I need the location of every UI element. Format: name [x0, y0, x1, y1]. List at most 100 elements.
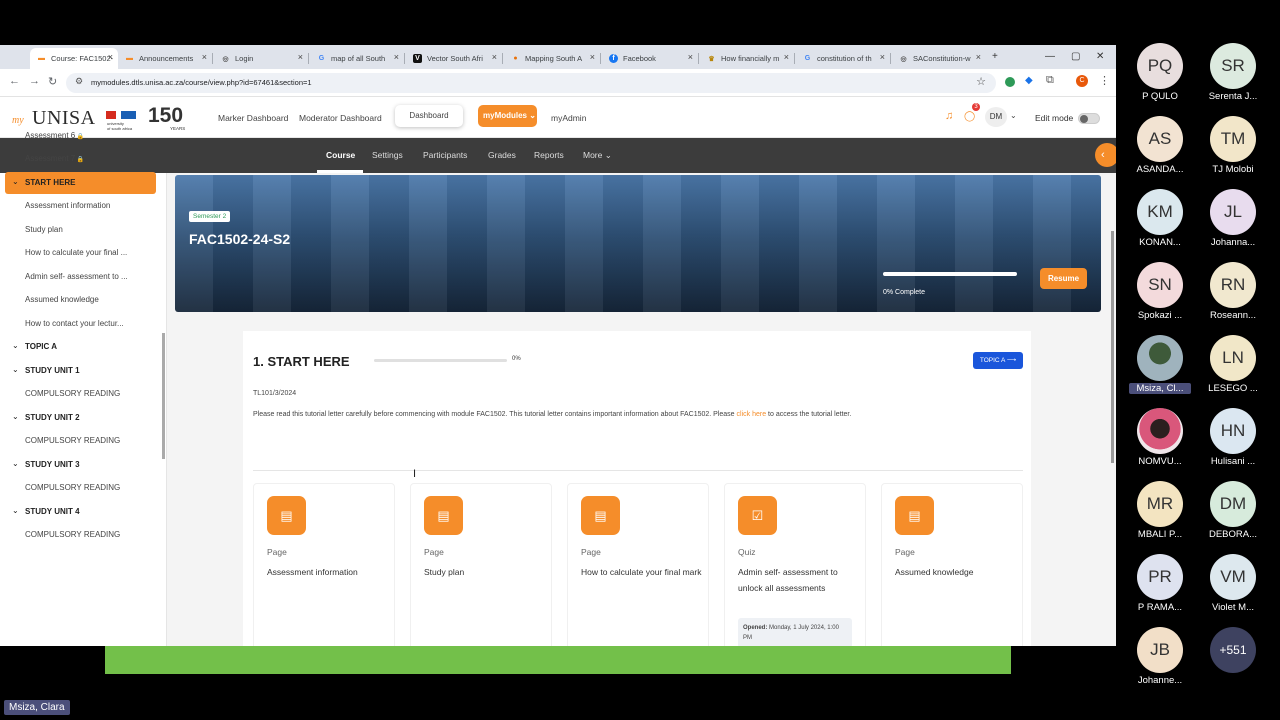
participant-tile[interactable]: Msiza, Cl...: [1125, 335, 1195, 394]
participant-tile[interactable]: JL Johanna...: [1198, 189, 1268, 248]
topic-a-button[interactable]: TOPIC A ⟶: [973, 352, 1023, 369]
dashboard-button[interactable]: Dashboard: [395, 105, 463, 127]
sidebar-section[interactable]: TOPIC A: [25, 342, 57, 351]
participant-tile[interactable]: SR Serenta J...: [1198, 43, 1268, 102]
user-menu-chevron-icon[interactable]: ⌄: [1010, 111, 1017, 120]
sidebar-section[interactable]: STUDY UNIT 2: [25, 413, 80, 422]
sidebar-item[interactable]: COMPULSORY READING: [25, 389, 120, 398]
participant-tile[interactable]: KM KONAN...: [1125, 189, 1195, 248]
sidebar-section[interactable]: STUDY UNIT 3: [25, 460, 80, 469]
site-info-icon[interactable]: ⚙: [75, 76, 83, 87]
participant-tile[interactable]: MR MBALI P...: [1125, 481, 1195, 540]
sidebar-section-start-here[interactable]: ⌄ START HERE: [5, 172, 156, 194]
participant-tile[interactable]: AS ASANDA...: [1125, 116, 1195, 175]
close-tab-icon[interactable]: ×: [492, 52, 497, 62]
tab-announcements[interactable]: ▬ Announcements ×: [118, 48, 212, 69]
sidebar-item[interactable]: How to contact your lectur...: [25, 319, 124, 328]
activity-card[interactable]: ▤ Page How to calculate your final mark: [567, 483, 709, 646]
chevron-down-icon[interactable]: ⌄: [12, 459, 19, 468]
tab-login[interactable]: ◎ Login ×: [214, 48, 308, 69]
activity-name[interactable]: Assumed knowledge: [895, 564, 1020, 580]
activity-card[interactable]: ▤ Page Study plan: [410, 483, 552, 646]
chevron-down-icon[interactable]: ⌄: [12, 341, 19, 350]
sidebar-item[interactable]: Assessment information: [25, 201, 110, 210]
moderator-dashboard-link[interactable]: Moderator Dashboard: [299, 113, 382, 123]
close-tab-icon[interactable]: ×: [298, 52, 303, 62]
reload-icon[interactable]: ↻: [48, 75, 57, 88]
close-tab-icon[interactable]: ×: [880, 52, 885, 62]
marker-dashboard-link[interactable]: Marker Dashboard: [218, 113, 288, 123]
minimize-icon[interactable]: —: [1045, 51, 1055, 62]
tab-facebook[interactable]: f Facebook ×: [602, 48, 698, 69]
participant-tile[interactable]: TM TJ Molobi: [1198, 116, 1268, 175]
sidebar-item[interactable]: Assessment 7 🔒: [25, 154, 84, 163]
sidebar-item[interactable]: Admin self- assessment to ...: [25, 272, 128, 281]
browser-menu-icon[interactable]: ⋮: [1099, 74, 1110, 87]
edit-mode-toggle[interactable]: [1078, 113, 1100, 124]
unisa-logo[interactable]: my UNISA university of south africa 150 …: [12, 103, 190, 133]
nav-course[interactable]: Course: [326, 150, 355, 160]
drawer-toggle-button[interactable]: ‹: [1095, 143, 1116, 167]
participant-tile[interactable]: JB Johanne...: [1125, 627, 1195, 686]
sidebar-item[interactable]: How to calculate your final ...: [25, 248, 127, 257]
profile-avatar[interactable]: C: [1076, 75, 1088, 87]
participant-tile[interactable]: NOMVU...: [1125, 408, 1195, 467]
resume-button[interactable]: Resume: [1040, 268, 1087, 289]
participant-tile[interactable]: SN Spokazi ...: [1125, 262, 1195, 321]
forward-icon[interactable]: →: [29, 75, 40, 87]
participant-tile[interactable]: RN Roseann...: [1198, 262, 1268, 321]
nav-reports[interactable]: Reports: [534, 150, 564, 160]
participant-tile[interactable]: VM Violet M...: [1198, 554, 1268, 613]
tab-map-search[interactable]: Gmap of all South ×: [310, 48, 404, 69]
chevron-down-icon[interactable]: ⌄: [12, 412, 19, 421]
nav-more[interactable]: More ⌄: [583, 150, 612, 161]
chevron-down-icon[interactable]: ⌄: [12, 365, 19, 374]
sidebar-item[interactable]: COMPULSORY READING: [25, 436, 120, 445]
sidebar-item[interactable]: COMPULSORY READING: [25, 530, 120, 539]
myadmin-link[interactable]: myAdmin: [551, 113, 586, 123]
new-tab-icon[interactable]: +: [992, 51, 998, 62]
chevron-down-icon[interactable]: ⌄: [12, 177, 19, 186]
close-tab-icon[interactable]: ×: [976, 52, 981, 62]
activity-name[interactable]: Assessment information: [267, 564, 392, 580]
sidebar-item[interactable]: Assessment 6 🔒: [25, 131, 84, 140]
tab-mapping[interactable]: ● Mapping South A ×: [504, 48, 600, 69]
nav-grades[interactable]: Grades: [488, 150, 516, 160]
tab-financially[interactable]: ♛ How financially m ×: [700, 48, 794, 69]
participant-tile[interactable]: HN Hulisani ...: [1198, 408, 1268, 467]
close-tab-icon[interactable]: ×: [590, 52, 595, 62]
activity-card[interactable]: ☑ Quiz Admin self- assessment to unlock …: [724, 483, 866, 646]
extension-blue-icon[interactable]: ◆: [1025, 75, 1033, 86]
maximize-icon[interactable]: ▢: [1071, 51, 1080, 62]
click-here-link[interactable]: click here: [737, 411, 767, 418]
participant-tile[interactable]: LN LESEGO ...: [1198, 335, 1268, 394]
activity-name[interactable]: Study plan: [424, 564, 549, 580]
close-tab-icon[interactable]: ×: [784, 52, 789, 62]
extension-green-icon[interactable]: [1005, 77, 1015, 87]
tab-constitution[interactable]: Gconstitution of th ×: [796, 48, 890, 69]
sidebar-item[interactable]: Assumed knowledge: [25, 295, 99, 304]
participant-tile[interactable]: PR P RAMA...: [1125, 554, 1195, 613]
close-tab-icon[interactable]: ×: [394, 52, 399, 62]
activity-card[interactable]: ▤ Page Assessment information: [253, 483, 395, 646]
close-window-icon[interactable]: ✕: [1096, 51, 1104, 62]
participant-tile[interactable]: PQ P QULO: [1125, 43, 1195, 102]
participant-tile[interactable]: DM DEBORA...: [1198, 481, 1268, 540]
tab-course[interactable]: ▬ Course: FAC1502- ×: [30, 48, 118, 69]
bell-icon[interactable]: ♫: [945, 110, 953, 122]
activity-name[interactable]: How to calculate your final mark: [581, 564, 706, 580]
more-participants-tile[interactable]: +551: [1198, 627, 1268, 673]
user-avatar[interactable]: DM: [985, 107, 1007, 127]
chevron-down-icon[interactable]: ⌄: [12, 506, 19, 515]
sidebar-item[interactable]: COMPULSORY READING: [25, 483, 120, 492]
tab-vector[interactable]: V Vector South Afri ×: [406, 48, 502, 69]
activity-name[interactable]: Admin self- assessment to unlock all ass…: [738, 564, 863, 596]
sidebar-scrollbar[interactable]: [162, 333, 165, 459]
mymodules-button[interactable]: myModules ⌄: [478, 105, 537, 127]
back-icon[interactable]: ←: [9, 75, 20, 87]
sidebar-section[interactable]: STUDY UNIT 4: [25, 507, 80, 516]
sidebar-item[interactable]: Study plan: [25, 225, 63, 234]
activity-card[interactable]: ▤ Page Assumed knowledge: [881, 483, 1023, 646]
close-tab-icon[interactable]: ×: [688, 52, 693, 62]
close-tab-icon[interactable]: ×: [108, 52, 113, 62]
